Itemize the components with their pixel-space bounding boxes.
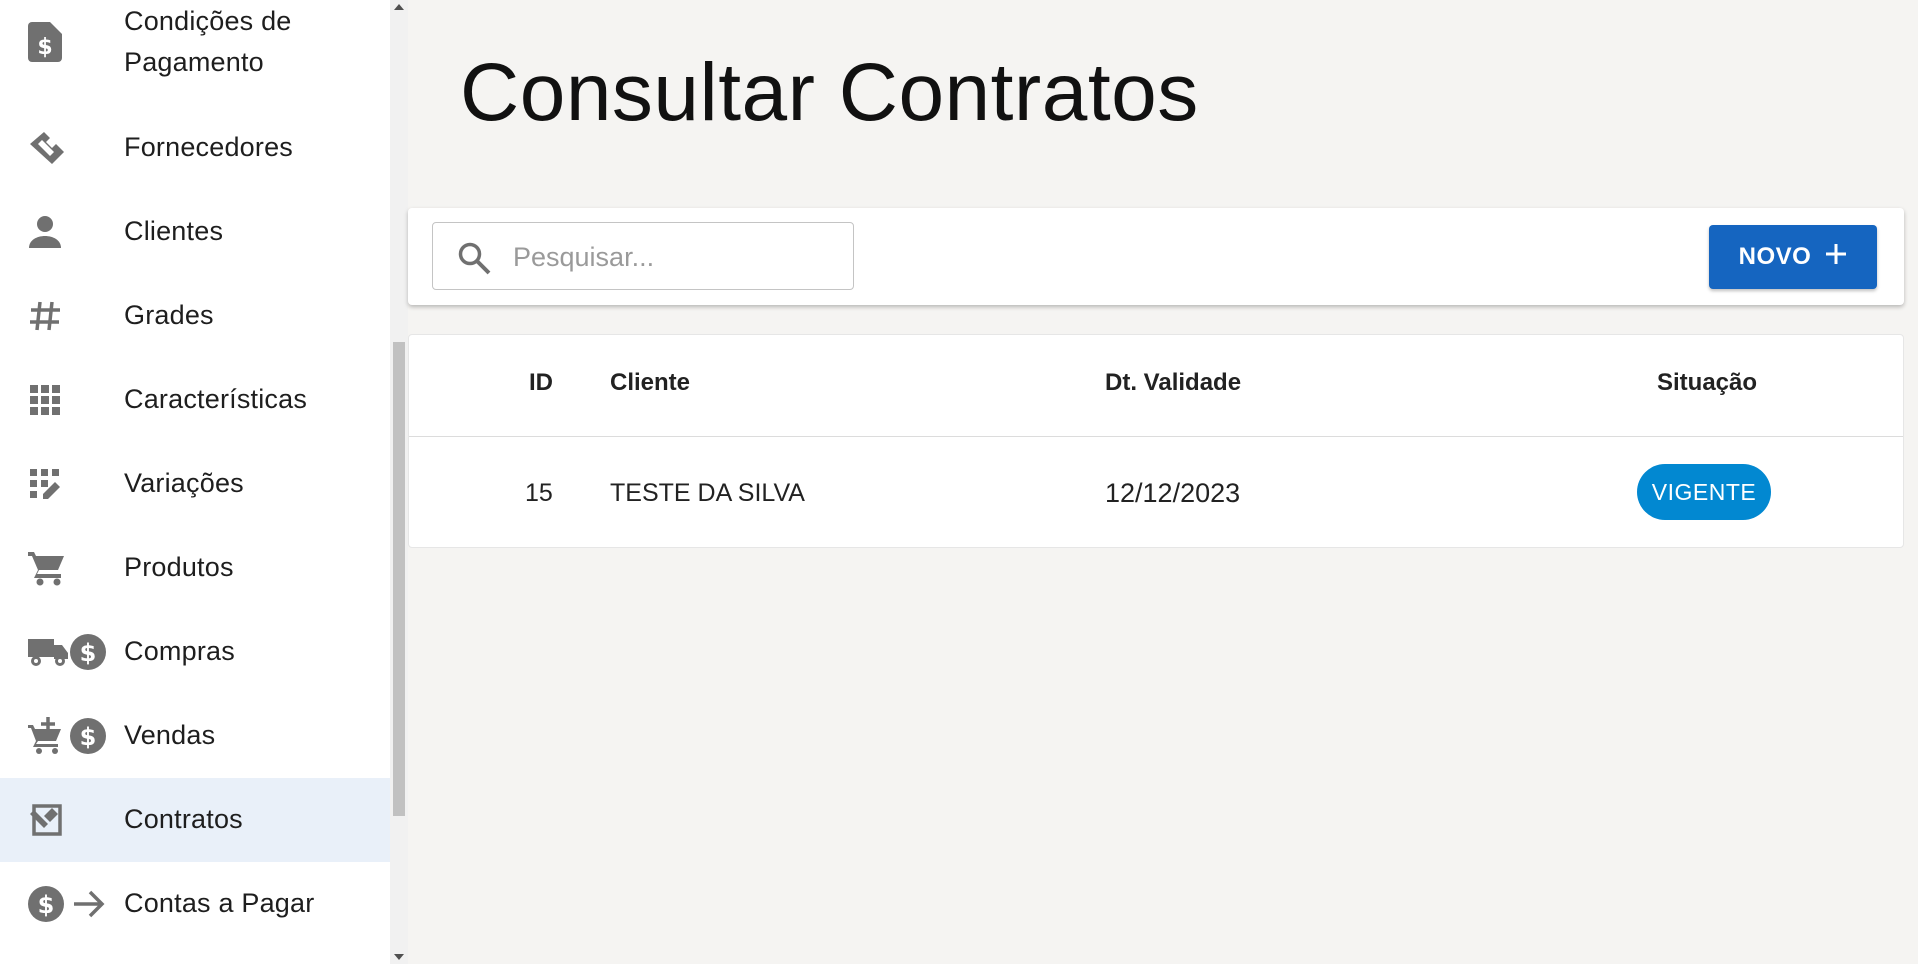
scroll-down-icon[interactable]: [394, 954, 404, 960]
status-badge: VIGENTE: [1637, 464, 1771, 520]
sidebar-item-contratos[interactable]: Contratos: [0, 778, 390, 862]
sidebar-scrollbar[interactable]: [390, 0, 408, 964]
person-icon: [28, 212, 108, 252]
sidebar-item-variacoes[interactable]: Variações: [0, 442, 390, 526]
sidebar-item-label: Variações: [124, 468, 244, 498]
scroll-thumb[interactable]: [393, 342, 405, 816]
sidebar-item-contas-a-pagar[interactable]: $ Contas a Pagar: [0, 862, 390, 946]
cart-add-dollar-icon: $: [28, 716, 108, 756]
sidebar-item-grades[interactable]: Grades: [0, 274, 390, 358]
svg-text:$: $: [80, 723, 97, 751]
search-icon: [457, 241, 491, 280]
new-button-label: NOVO: [1738, 243, 1812, 270]
grid-edit-icon: [28, 464, 108, 504]
cell-validade: 12/12/2023: [1105, 478, 1241, 508]
cell-cliente: TESTE DA SILVA: [610, 479, 805, 507]
truck-dollar-icon: $: [28, 632, 108, 672]
scroll-up-icon[interactable]: [394, 4, 404, 10]
sidebar-item-label: Condições de Pagamento: [124, 6, 292, 77]
sidebar-item-label: Clientes: [124, 216, 224, 246]
sidebar-item-label: Grades: [124, 300, 214, 330]
contracts-table: ID Cliente Dt. Validade Situação 15 TEST…: [408, 334, 1904, 548]
sidebar-item-label: Vendas: [124, 720, 216, 750]
search-input[interactable]: [511, 223, 845, 291]
sidebar-item-caracteristicas[interactable]: Características: [0, 358, 390, 442]
column-header-validade[interactable]: Dt. Validade: [1105, 369, 1241, 397]
sidebar-item-vendas[interactable]: $ Vendas: [0, 694, 390, 778]
page-title: Consultar Contratos: [460, 47, 1199, 138]
search-box: [432, 222, 854, 291]
svg-text:$: $: [38, 891, 55, 919]
sidebar-item-produtos[interactable]: Produtos: [0, 526, 390, 610]
sidebar-item-compras[interactable]: $ Compras: [0, 610, 390, 694]
new-button[interactable]: NOVO: [1709, 225, 1877, 289]
contract-icon: [28, 800, 108, 840]
sidebar-item-label: Contratos: [124, 804, 243, 834]
hash-icon: [28, 296, 108, 336]
sidebar-item-label: Contas a Pagar: [124, 888, 315, 918]
column-header-situacao[interactable]: Situação: [1657, 369, 1757, 397]
column-header-id[interactable]: ID: [529, 369, 553, 397]
sidebar-item-label: Compras: [124, 636, 235, 666]
sidebar-item-fornecedores[interactable]: Fornecedores: [0, 106, 390, 190]
sidebar: $ Condições de Pagamento Fornecedores Cl…: [0, 0, 390, 964]
sidebar-item-clientes[interactable]: Clientes: [0, 190, 390, 274]
sidebar-item-label: Produtos: [124, 552, 234, 582]
grid-icon: [28, 380, 108, 420]
sidebar-item-label: Características: [124, 384, 308, 414]
column-header-cliente[interactable]: Cliente: [610, 369, 690, 397]
sidebar-item-label: Fornecedores: [124, 132, 293, 162]
handshake-icon: [28, 128, 108, 168]
sidebar-item-condicoes-pagamento[interactable]: $ Condições de Pagamento: [0, 0, 390, 84]
table-header: ID Cliente Dt. Validade Situação: [409, 335, 1903, 437]
svg-text:$: $: [37, 35, 52, 60]
cell-id: 15: [525, 479, 553, 507]
cart-icon: [28, 548, 108, 588]
dollar-arrow-icon: $: [28, 884, 108, 924]
svg-text:$: $: [80, 639, 97, 667]
payment-doc-icon: $: [28, 22, 108, 62]
plus-icon: [1825, 243, 1847, 272]
toolbar: NOVO: [408, 208, 1904, 305]
